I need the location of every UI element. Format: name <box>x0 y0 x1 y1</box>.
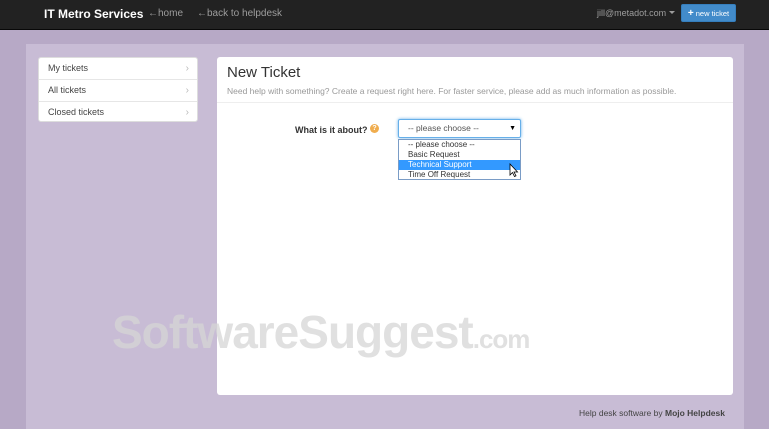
option-technical-support[interactable]: Technical Support <box>399 160 520 170</box>
new-ticket-button[interactable]: + new ticket <box>681 4 736 22</box>
sidebar-item-label: All tickets <box>48 85 87 95</box>
sidebar-item-label: Closed tickets <box>48 107 105 117</box>
new-ticket-label: new ticket <box>695 9 730 18</box>
topic-options-list: -- please choose -- Basic Request Techni… <box>398 139 521 180</box>
question-label: What is it about? <box>295 125 368 135</box>
watermark-suffix: .com <box>472 324 531 354</box>
watermark-text: SoftwareSuggest <box>112 306 474 358</box>
sidebar-item-all-tickets[interactable]: All tickets › <box>39 80 197 102</box>
page-title: New Ticket <box>227 64 301 81</box>
option-please-choose[interactable]: -- please choose -- <box>399 140 520 150</box>
divider <box>217 102 733 103</box>
home-link[interactable]: ←home <box>148 8 183 19</box>
option-basic-request[interactable]: Basic Request <box>399 150 520 160</box>
plus-icon: + <box>687 8 694 19</box>
sidebar-item-label: My tickets <box>48 63 89 73</box>
footer-text: Help desk software by <box>579 408 665 418</box>
option-time-off-request[interactable]: Time Off Request <box>399 170 520 180</box>
mouse-cursor-icon <box>509 163 519 177</box>
user-menu[interactable]: jill@metadot.com <box>597 8 676 18</box>
topic-select[interactable]: -- please choose -- ▼ <box>398 119 521 138</box>
chevron-right-icon: › <box>185 107 189 118</box>
page-subtitle: Need help with something? Create a reque… <box>227 86 677 96</box>
topic-select-value: -- please choose -- <box>408 123 479 133</box>
back-to-helpdesk-link[interactable]: ←back to helpdesk <box>197 8 282 19</box>
user-email: jill@metadot.com <box>597 8 667 18</box>
footer: Help desk software by Mojo Helpdesk <box>579 408 725 418</box>
chevron-right-icon: › <box>185 85 189 96</box>
help-icon[interactable]: ? <box>370 124 379 133</box>
top-navbar: IT Metro Services ←home ←back to helpdes… <box>0 0 769 30</box>
chevron-right-icon: › <box>185 63 189 74</box>
sidebar-item-my-tickets[interactable]: My tickets › <box>39 58 197 80</box>
watermark: SoftwareSuggest.com <box>112 305 531 359</box>
sidebar-item-closed-tickets[interactable]: Closed tickets › <box>39 102 197 123</box>
brand-title[interactable]: IT Metro Services <box>44 7 143 21</box>
caret-down-icon <box>669 11 676 14</box>
dropdown-arrow-icon: ▼ <box>509 125 516 132</box>
footer-brand-link[interactable]: Mojo Helpdesk <box>665 408 725 418</box>
sidebar: My tickets › All tickets › Closed ticket… <box>38 57 198 122</box>
